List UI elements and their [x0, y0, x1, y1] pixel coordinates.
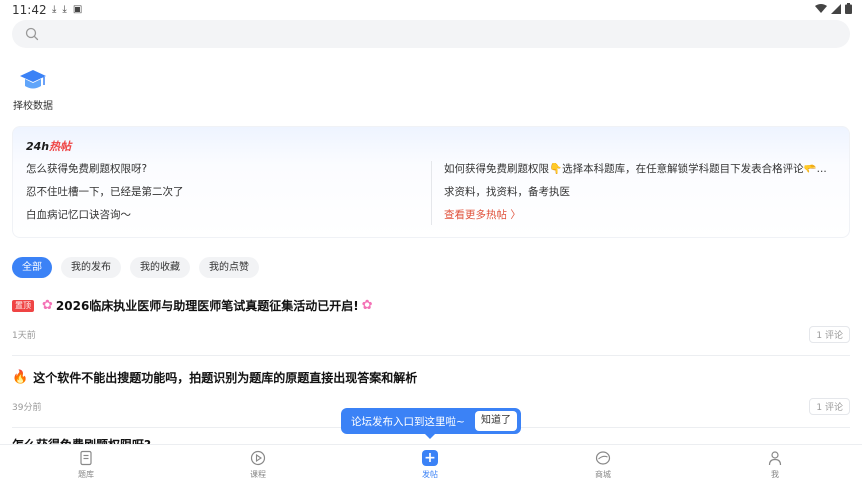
plus-icon: +: [422, 450, 438, 466]
hot-post-item[interactable]: 白血病记忆口诀咨询～: [26, 207, 426, 230]
tab-my-favorites[interactable]: 我的收藏: [130, 257, 190, 278]
school-data-entry[interactable]: 择校数据: [12, 66, 54, 112]
hot-posts-title-prefix: 24h: [26, 140, 50, 153]
post-time: 39分前: [12, 403, 42, 413]
search-input[interactable]: [12, 20, 850, 48]
hot-post-item[interactable]: 如何获得免费刷题权限👇选择本科题库，在任意解锁学科题目下发表合格评论🫳...: [444, 161, 839, 184]
divider: [12, 355, 850, 356]
nav-label: 商城: [595, 470, 611, 479]
download-icon: ⤓: [52, 4, 57, 15]
hot-posts-title-accent: 热帖: [49, 140, 72, 153]
tooltip-text: 论坛发布入口到这里啦~: [351, 416, 465, 428]
bottom-nav: 题库 课程 + 发帖 商城 我: [0, 444, 862, 485]
hot-posts-card: 24h热帖 怎么获得免费刷题权限呀? 忍不住吐槽一下，已经是第二次了 白血病记忆…: [12, 126, 850, 238]
nav-courses[interactable]: 课程: [228, 450, 288, 480]
post-title-text: 这个软件不能出搜题功能吗，拍题识别为题库的原题直接出现答案和解析: [33, 371, 418, 385]
nav-me[interactable]: 我: [745, 450, 805, 480]
tab-my-likes[interactable]: 我的点赞: [199, 257, 259, 278]
comment-count[interactable]: 1 评论: [809, 398, 850, 415]
comment-count[interactable]: 1 评论: [809, 326, 850, 343]
post-time: 1天前: [12, 331, 36, 341]
status-time: 11:42: [12, 3, 47, 17]
status-bar: 11:42 ⤓ ⤓ ▣: [0, 0, 862, 20]
search-icon: [25, 27, 39, 41]
status-system-icons: [815, 3, 852, 14]
question-bank-icon: [80, 450, 92, 466]
more-hot-posts-link[interactable]: 查看更多热帖 〉: [444, 207, 839, 230]
post-title: 🔥 这个软件不能出搜题功能吗，拍题识别为题库的原题直接出现答案和解析: [12, 369, 417, 386]
publish-tooltip: 论坛发布入口到这里啦~ 知道了: [341, 408, 521, 439]
got-it-button[interactable]: 知道了: [475, 411, 517, 431]
hot-posts-divider: [431, 161, 432, 225]
nav-label: 我: [771, 470, 779, 479]
signal-icon: [831, 3, 841, 14]
hot-posts-title: 24h热帖: [26, 138, 71, 154]
play-icon: [250, 450, 266, 466]
post-title: 置顶 ✿ 2026临床执业医师与助理医师笔试真题征集活动已开启! ✿: [12, 297, 376, 314]
nav-label: 课程: [250, 470, 266, 479]
battery-icon: [845, 3, 852, 14]
nav-publish[interactable]: + 发帖: [400, 450, 460, 480]
flower-icon: ✿: [361, 298, 373, 313]
wifi-icon: [815, 3, 827, 13]
fire-icon: 🔥: [12, 370, 29, 385]
hot-posts-left-column: 怎么获得免费刷题权限呀? 忍不住吐槽一下，已经是第二次了 白血病记忆口诀咨询～: [26, 161, 426, 230]
flower-icon: ✿: [42, 298, 53, 313]
school-data-label: 择校数据: [13, 101, 53, 112]
hot-post-item[interactable]: 怎么获得免费刷题权限呀?: [26, 161, 426, 184]
nav-label: 发帖: [422, 470, 438, 479]
pinned-badge: 置顶: [12, 299, 34, 312]
graduation-cap-icon: [20, 70, 46, 89]
filter-tabs: 全部 我的发布 我的收藏 我的点赞: [12, 257, 259, 278]
nav-mall[interactable]: 商城: [573, 450, 633, 480]
tab-all[interactable]: 全部: [12, 257, 52, 278]
nav-question-bank[interactable]: 题库: [56, 450, 116, 480]
download-icon: ⤓: [62, 4, 67, 15]
mall-icon: [595, 451, 611, 465]
post-title-text: 2026临床执业医师与助理医师笔试真题征集活动已开启!: [55, 299, 359, 313]
list-item[interactable]: 置顶 ✿ 2026临床执业医师与助理医师笔试真题征集活动已开启! ✿ 1天前 1…: [12, 297, 850, 357]
tab-my-posts[interactable]: 我的发布: [61, 257, 121, 278]
a-icon: ▣: [72, 4, 83, 15]
status-notification-icons: ⤓ ⤓ ▣: [52, 4, 82, 16]
hot-post-item[interactable]: 求资料，找资料，备考执医: [444, 184, 839, 207]
hot-posts-right-column: 如何获得免费刷题权限👇选择本科题库，在任意解锁学科题目下发表合格评论🫳... 求…: [444, 161, 839, 230]
user-icon: [768, 451, 782, 466]
tooltip-arrow: [425, 434, 435, 439]
nav-label: 题库: [78, 470, 94, 479]
hot-post-item[interactable]: 忍不住吐槽一下，已经是第二次了: [26, 184, 426, 207]
